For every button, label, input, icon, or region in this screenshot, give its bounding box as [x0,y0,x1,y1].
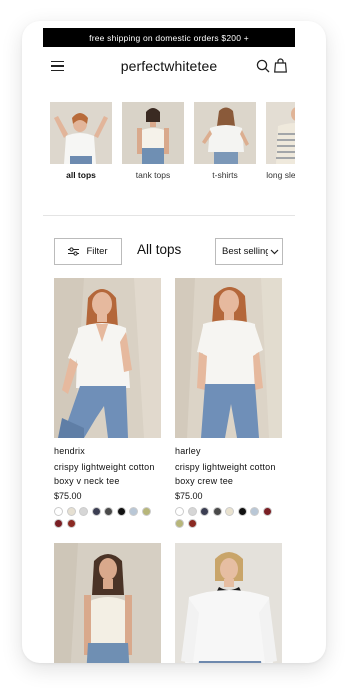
color-swatches [175,507,282,528]
phone-frame: free shipping on domestic orders $200 + … [22,21,326,663]
color-swatches [54,507,161,528]
category-all-tops[interactable]: all tops [50,102,112,181]
color-swatch[interactable] [141,507,151,516]
announcement-bar: free shipping on domestic orders $200 + [43,28,295,47]
product-card-harley[interactable]: harley crispy lightweight cotton boxy cr… [175,278,282,528]
color-swatch[interactable] [116,507,126,516]
product-image[interactable] [175,278,282,438]
product-image[interactable] [54,543,161,663]
color-swatch[interactable] [175,519,184,528]
category-thumbnail [194,102,256,164]
color-swatch[interactable] [54,507,63,516]
product-image[interactable] [54,278,161,438]
product-price: $75.00 [54,491,82,501]
color-swatch[interactable] [187,519,197,528]
category-thumbnail [266,102,295,164]
sort-label: Best selling [222,246,268,257]
product-name[interactable]: hendrix [54,446,161,456]
color-swatch[interactable] [250,507,259,516]
product-name[interactable]: harley [175,446,282,456]
mobile-screen: free shipping on domestic orders $200 + … [43,28,295,663]
shopping-bag-icon[interactable] [274,58,287,73]
color-swatch[interactable] [225,507,234,516]
category-label: t-shirts [212,170,238,180]
color-swatch[interactable] [187,507,197,516]
category-label: tank tops [135,170,171,180]
category-label: all tops [66,170,96,180]
search-icon[interactable] [256,59,270,73]
color-swatch[interactable] [212,507,222,516]
product-card-hendrix[interactable]: hendrix crispy lightweight cotton boxy v… [54,278,161,528]
color-swatch[interactable] [66,507,76,516]
filter-label: Filter [86,246,108,257]
color-swatch[interactable] [54,519,63,528]
color-swatch[interactable] [91,507,101,516]
color-swatch[interactable] [237,507,247,516]
color-swatch[interactable] [104,507,113,516]
category-long-sleeve-tops[interactable]: long sleeve tops [266,102,295,181]
product-card-tank[interactable] [54,543,161,663]
product-price: $75.00 [175,491,203,501]
sort-select[interactable]: Best selling [215,238,283,265]
category-thumbnail [50,102,112,164]
product-image[interactable] [175,543,282,663]
site-header: perfectwhitetee [43,47,295,83]
color-swatch[interactable] [129,507,138,516]
color-swatch[interactable] [262,507,272,516]
product-card-sweatshirt[interactable] [175,543,282,663]
color-swatch[interactable] [175,507,184,516]
color-swatch[interactable] [79,507,88,516]
category-thumbnail [122,102,184,164]
chevron-down-icon [270,249,279,254]
product-description: crispy lightweight cotton boxy v neck te… [54,462,155,486]
filter-button[interactable]: Filter [54,238,122,265]
section-divider [43,215,295,216]
category-t-shirts[interactable]: t-shirts [194,102,256,181]
category-label: long sleeve tops [266,170,295,180]
sliders-icon [68,247,80,256]
collection-heading: All tops [137,242,182,257]
category-tank-tops[interactable]: tank tops [122,102,184,181]
category-carousel: all tops tank tops t-shirts long sle [43,102,295,200]
color-swatch[interactable] [200,507,209,516]
color-swatch[interactable] [66,519,76,528]
product-description: crispy lightweight cotton boxy crew tee [175,462,276,486]
announcement-text: free shipping on domestic orders $200 + [89,32,249,43]
